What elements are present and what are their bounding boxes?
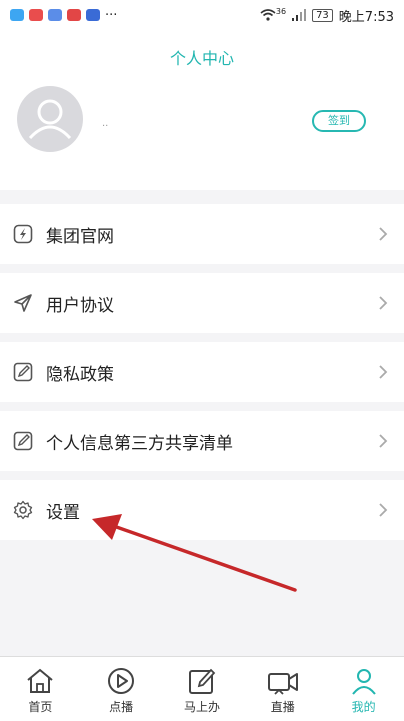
tab-label: 点播 xyxy=(109,699,134,714)
tab-label: 马上办 xyxy=(183,699,220,714)
menu-item-label: 设置 xyxy=(46,502,80,523)
menu-item-label: 集团官网 xyxy=(46,226,114,247)
user-icon xyxy=(349,664,379,698)
app-notification-icon xyxy=(29,9,43,21)
chevron-right-icon xyxy=(379,227,388,241)
tab-label: 我的 xyxy=(351,699,376,714)
menu-item-settings[interactable]: 设置 xyxy=(0,480,404,540)
send-icon xyxy=(12,292,34,314)
chevron-right-icon xyxy=(379,365,388,379)
menu-item-label: 隐私政策 xyxy=(46,364,114,385)
user-silhouette-icon xyxy=(28,99,72,140)
camera-icon xyxy=(267,664,299,698)
more-notifications-icon: ··· xyxy=(105,7,118,23)
play-icon xyxy=(106,664,136,698)
menu-item-label: 个人信息第三方共享清单 xyxy=(46,433,233,454)
chevron-right-icon xyxy=(379,434,388,448)
battery-level: 73 xyxy=(312,8,333,22)
tab-vod[interactable]: 点播 xyxy=(86,664,156,715)
status-bar: ··· 36 73 晚上7:53 xyxy=(0,0,404,30)
menu-item-group-website[interactable]: 集团官网 xyxy=(0,204,404,264)
signal-icon xyxy=(292,9,307,21)
notification-icons: ··· xyxy=(10,8,117,23)
signin-button[interactable]: 签到 xyxy=(312,110,366,132)
wifi-icon xyxy=(260,9,276,21)
tab-live[interactable]: 直播 xyxy=(248,664,318,715)
chevron-right-icon xyxy=(379,296,388,310)
menu-item-third-party-list[interactable]: 个人信息第三方共享清单 xyxy=(0,411,404,471)
tab-label: 直播 xyxy=(270,699,295,714)
gear-icon xyxy=(12,499,34,521)
bottom-tab-bar: 首页 点播 马上办 直播 我的 xyxy=(0,656,404,721)
app-notification-icon xyxy=(10,9,24,21)
globe-icon xyxy=(12,223,34,245)
clock: 晚上7:53 xyxy=(338,9,394,25)
menu-item-label: 用户协议 xyxy=(46,295,114,316)
app-notification-icon xyxy=(67,9,81,21)
tab-label: 首页 xyxy=(28,699,53,714)
app-notification-icon xyxy=(48,9,62,21)
profile-header: 个人中心 .. 签到 xyxy=(0,30,404,190)
tab-mine[interactable]: 我的 xyxy=(329,664,399,715)
chevron-right-icon xyxy=(379,503,388,517)
tab-home[interactable]: 首页 xyxy=(5,664,75,715)
menu-item-privacy-policy[interactable]: 隐私政策 xyxy=(0,342,404,402)
page-title: 个人中心 xyxy=(169,49,234,68)
avatar[interactable] xyxy=(17,86,83,152)
app-notification-icon xyxy=(86,9,100,21)
menu-item-user-agreement[interactable]: 用户协议 xyxy=(0,273,404,333)
tab-service[interactable]: 马上办 xyxy=(167,664,237,715)
network-type: 36 xyxy=(275,6,287,16)
edit-icon xyxy=(187,664,217,698)
menu-list: 集团官网 用户协议 隐私政策 个人信息第三方共享清单 设置 xyxy=(0,204,404,549)
edit-icon xyxy=(12,361,34,383)
edit-icon xyxy=(12,430,34,452)
username: .. xyxy=(102,118,109,129)
home-icon xyxy=(25,664,55,698)
